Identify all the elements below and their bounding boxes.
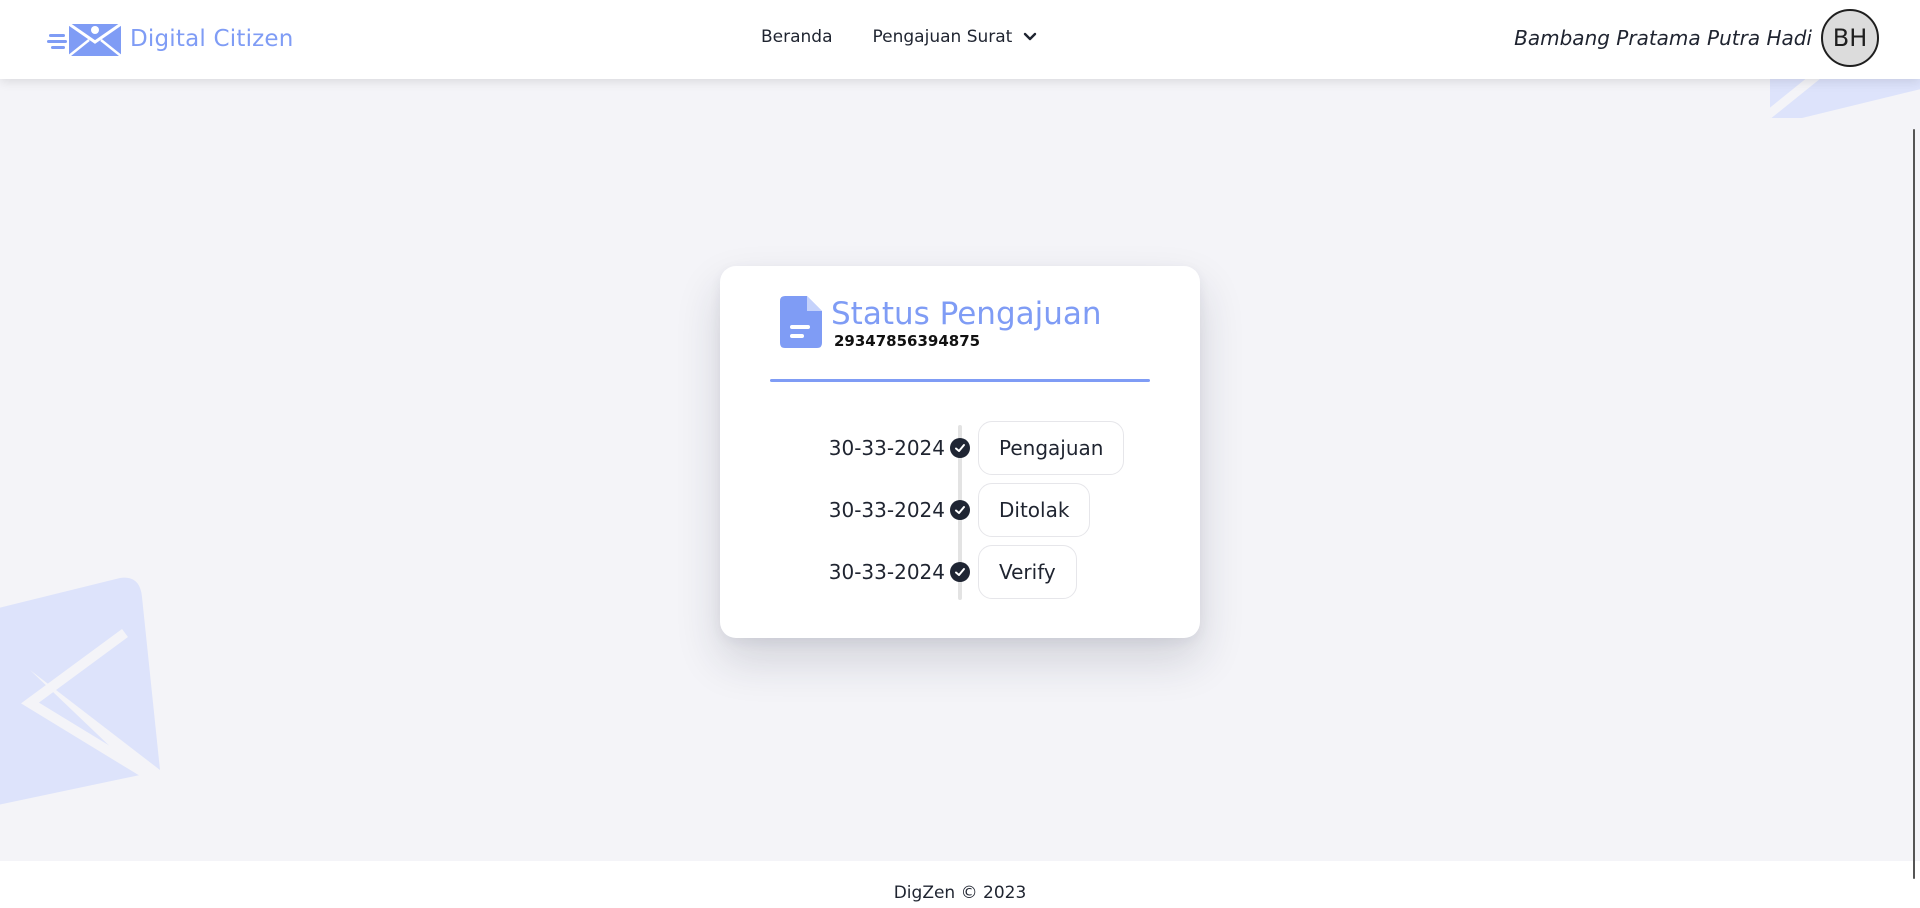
status-badge: Verify <box>978 545 1077 599</box>
decorative-envelope-right <box>1765 70 1920 119</box>
envelope-logo-icon <box>47 22 122 57</box>
card-title: Status Pengajuan <box>831 296 1102 332</box>
navbar: Digital Citizen Beranda Pengajuan Surat … <box>0 0 1920 79</box>
divider <box>770 379 1150 382</box>
timeline-item: 30-33-2024 Pengajuan <box>720 421 1200 475</box>
nav-pengajuan-surat-label: Pengajuan Surat <box>872 27 1013 47</box>
check-circle-icon <box>950 438 970 458</box>
chevron-down-icon <box>1024 32 1037 41</box>
timeline-date: 30-33-2024 <box>828 436 945 460</box>
footer-copyright: DigZen © 2023 <box>893 883 1027 903</box>
user-menu[interactable]: Bambang Pratama Putra Hadi BH <box>1514 9 1879 67</box>
brand-name: Digital Citizen <box>130 26 294 52</box>
user-name: Bambang Pratama Putra Hadi <box>1514 26 1812 50</box>
status-badge: Pengajuan <box>978 421 1125 475</box>
scrollbar[interactable] <box>1913 129 1915 879</box>
nav-beranda[interactable]: Beranda <box>761 27 833 47</box>
card-header: Status Pengajuan 29347856394875 <box>780 296 1102 350</box>
timeline-date: 30-33-2024 <box>828 560 945 584</box>
avatar[interactable]: BH <box>1821 9 1879 67</box>
timeline-item: 30-33-2024 Verify <box>720 545 1200 599</box>
submission-number: 29347856394875 <box>834 332 981 350</box>
brand[interactable]: Digital Citizen <box>47 20 294 58</box>
main-nav: Beranda Pengajuan Surat <box>761 27 1037 47</box>
status-badge: Ditolak <box>978 483 1091 537</box>
status-card: Status Pengajuan 29347856394875 30-33-20… <box>720 266 1200 638</box>
nav-pengajuan-surat-dropdown[interactable]: Pengajuan Surat <box>873 27 1038 47</box>
timeline-item: 30-33-2024 Ditolak <box>720 483 1200 537</box>
title-block: Status Pengajuan 29347856394875 <box>831 296 1102 350</box>
decorative-envelope-left <box>0 577 160 805</box>
footer: DigZen © 2023 <box>0 861 1920 908</box>
status-timeline: 30-33-2024 Pengajuan 30-33-2024 Ditolak … <box>720 421 1200 611</box>
check-circle-icon <box>950 562 970 582</box>
timeline-date: 30-33-2024 <box>828 498 945 522</box>
document-icon <box>780 296 822 348</box>
check-circle-icon <box>950 500 970 520</box>
page: Digital Citizen Beranda Pengajuan Surat … <box>0 0 1920 908</box>
